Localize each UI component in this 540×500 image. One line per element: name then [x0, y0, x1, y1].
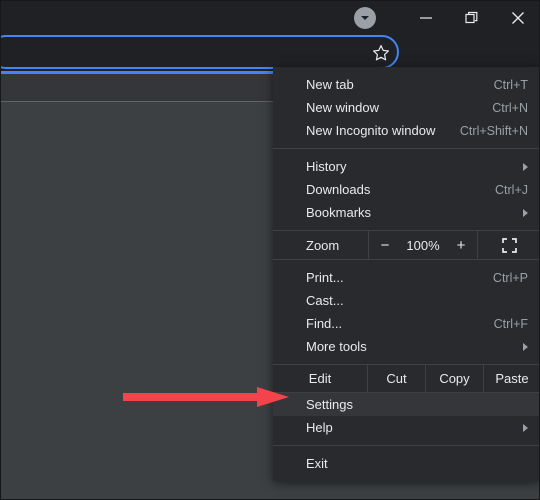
menu-item-shortcut: Ctrl+N: [492, 100, 528, 115]
fullscreen-button[interactable]: [478, 231, 539, 259]
menu-item-label: Settings: [306, 397, 353, 412]
close-button[interactable]: [495, 1, 539, 34]
zoom-in-button[interactable]: +: [454, 238, 468, 253]
address-bar[interactable]: [1, 35, 399, 69]
menu-item-label: New window: [306, 100, 379, 115]
menu-item-print[interactable]: Print... Ctrl+P: [273, 266, 539, 289]
menu-item-label: New tab: [306, 77, 354, 92]
menu-item-new-window[interactable]: New window Ctrl+N: [273, 96, 539, 119]
menu-item-new-tab[interactable]: New tab Ctrl+T: [273, 73, 539, 96]
menu-zoom-row: Zoom − 100% +: [273, 230, 539, 260]
menu-item-more-tools[interactable]: More tools: [273, 335, 539, 358]
menu-item-label: New Incognito window: [306, 123, 436, 138]
paste-button[interactable]: Paste: [484, 365, 539, 392]
zoom-controls: − 100% +: [368, 231, 478, 259]
restore-button[interactable]: [449, 1, 495, 34]
menu-item-label: Help: [306, 420, 333, 435]
chevron-right-icon: [523, 342, 528, 351]
menu-edit-row: Edit Cut Copy Paste: [273, 364, 539, 393]
browser-window: S SEO: [0, 0, 540, 500]
chevron-down-icon[interactable]: [354, 6, 376, 29]
copy-button[interactable]: Copy: [426, 365, 484, 392]
menu-separator: [273, 445, 539, 446]
menu-item-help[interactable]: Help: [273, 416, 539, 439]
menu-item-label: Find...: [306, 316, 343, 331]
zoom-label: Zoom: [306, 237, 340, 253]
menu-item-shortcut: Ctrl+F: [493, 316, 528, 331]
menu-item-label: Downloads: [306, 182, 371, 197]
zoom-out-button[interactable]: −: [378, 238, 392, 253]
zoom-percent-value: 100%: [406, 237, 440, 253]
menu-item-label: More tools: [306, 339, 367, 354]
chrome-main-menu: New tab Ctrl+T New window Ctrl+N New Inc…: [273, 67, 539, 481]
browser-toolbar: S SEO: [1, 34, 539, 99]
bookmark-star-icon[interactable]: [371, 43, 391, 63]
menu-separator: [273, 148, 539, 149]
minimize-button[interactable]: [403, 1, 449, 34]
menu-item-settings[interactable]: Settings: [273, 393, 539, 416]
menu-item-label: Cast...: [306, 293, 344, 308]
omnibox-suggestion-panel[interactable]: [1, 71, 291, 101]
menu-item-cast[interactable]: Cast...: [273, 289, 539, 312]
chevron-right-icon: [523, 162, 528, 171]
menu-item-downloads[interactable]: Downloads Ctrl+J: [273, 178, 539, 201]
menu-item-shortcut: Ctrl+J: [495, 182, 528, 197]
menu-item-label: Print...: [306, 270, 344, 285]
cut-button[interactable]: Cut: [368, 365, 426, 392]
menu-item-label: Exit: [306, 456, 328, 471]
menu-item-label: History: [306, 159, 347, 174]
menu-item-shortcut: Ctrl+T: [493, 77, 528, 92]
chevron-right-icon: [523, 423, 528, 432]
omnibox-suggestion-row[interactable]: [1, 101, 291, 133]
menu-item-history[interactable]: History: [273, 155, 539, 178]
menu-item-shortcut: Ctrl+Shift+N: [459, 123, 528, 138]
menu-item-shortcut: Ctrl+P: [492, 270, 528, 285]
title-bar: [1, 1, 539, 34]
menu-item-find[interactable]: Find... Ctrl+F: [273, 312, 539, 335]
menu-item-exit[interactable]: Exit: [273, 452, 539, 475]
menu-item-label: Bookmarks: [306, 205, 372, 220]
menu-item-new-incognito-window[interactable]: New Incognito window Ctrl+Shift+N: [273, 119, 539, 142]
chevron-right-icon: [523, 208, 528, 217]
edit-label: Edit: [273, 365, 368, 392]
menu-item-bookmarks[interactable]: Bookmarks: [273, 201, 539, 224]
